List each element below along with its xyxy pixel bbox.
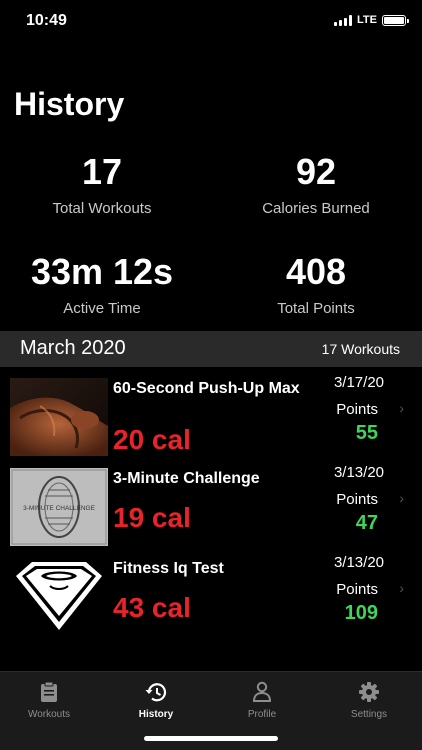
tab-label: Settings	[350, 709, 388, 720]
chevron-right-icon: ›	[399, 580, 404, 596]
month-title: March 2020	[20, 337, 126, 359]
workout-thumbnail-arm-photo	[10, 378, 108, 456]
battery-icon	[382, 14, 409, 26]
clipboard-icon	[9, 680, 89, 704]
tab-settings[interactable]: Settings	[329, 680, 409, 720]
stat-value: 17	[81, 151, 123, 192]
stat-label: Calories Burned	[262, 200, 370, 217]
stat-total-points: 408 Total Points	[216, 251, 416, 318]
svg-text:3-MINUTE CHALLENGE: 3-MINUTE CHALLENGE	[23, 505, 96, 512]
status-time: 10:49	[26, 12, 67, 29]
workout-points: 109	[344, 602, 378, 624]
workout-name: 60-Second Push-Up Max	[113, 380, 300, 397]
workout-calories: 19 cal	[113, 502, 191, 533]
network-type: LTE	[357, 14, 377, 26]
status-bar: 10:49 LTE	[0, 0, 422, 44]
workout-date: 3/13/20	[333, 554, 384, 571]
tab-label: History	[138, 709, 174, 720]
stat-total-workouts: 17 Total Workouts	[2, 151, 202, 218]
tab-profile[interactable]: Profile	[222, 680, 302, 720]
person-icon	[222, 680, 302, 704]
points-label: Points	[336, 581, 378, 598]
chevron-right-icon: ›	[399, 490, 404, 506]
workout-row[interactable]: Fitness Iq Test 43 cal 3/13/20 Points 10…	[0, 554, 422, 642]
stat-label: Total Workouts	[52, 200, 152, 217]
workout-date: 3/13/20	[333, 464, 384, 481]
workout-name: Fitness Iq Test	[113, 560, 224, 577]
month-section-header: March 2020 17 Workouts	[0, 331, 422, 367]
stat-value: 33m 12s	[30, 251, 174, 292]
workout-thumbnail-shield-logo	[10, 558, 108, 636]
points-label: Points	[336, 491, 378, 508]
workout-points: 47	[355, 512, 378, 534]
workout-row[interactable]: 3-MINUTE CHALLENGE 3-Minute Challenge 19…	[0, 464, 422, 552]
chevron-right-icon: ›	[399, 400, 404, 416]
cellular-signal-icon	[334, 14, 353, 26]
home-indicator[interactable]	[144, 736, 278, 741]
tab-label: Workouts	[27, 709, 71, 720]
stat-value: 92	[295, 151, 337, 192]
workout-date: 3/17/20	[333, 374, 384, 391]
tab-history[interactable]: History	[116, 680, 196, 720]
page-title: History	[14, 86, 125, 122]
workout-thumbnail-challenge-badge: 3-MINUTE CHALLENGE	[10, 468, 108, 546]
history-icon	[116, 680, 196, 704]
workout-name: 3-Minute Challenge	[113, 470, 260, 487]
stat-label: Active Time	[63, 300, 141, 317]
tab-workouts[interactable]: Workouts	[9, 680, 89, 720]
workout-calories: 43 cal	[113, 592, 191, 623]
stat-value: 408	[285, 251, 347, 292]
stat-active-time: 33m 12s Active Time	[2, 251, 202, 318]
month-workout-count: 17 Workouts	[321, 341, 400, 357]
stat-label: Total Points	[277, 300, 355, 317]
status-indicators: LTE	[334, 14, 409, 26]
stat-calories-burned: 92 Calories Burned	[216, 151, 416, 218]
gear-icon	[329, 680, 409, 704]
workout-row[interactable]: 60-Second Push-Up Max 20 cal 3/17/20 Poi…	[0, 374, 422, 462]
workout-calories: 20 cal	[113, 424, 191, 455]
workout-points: 55	[355, 422, 378, 444]
points-label: Points	[336, 401, 378, 418]
tab-label: Profile	[247, 709, 277, 720]
